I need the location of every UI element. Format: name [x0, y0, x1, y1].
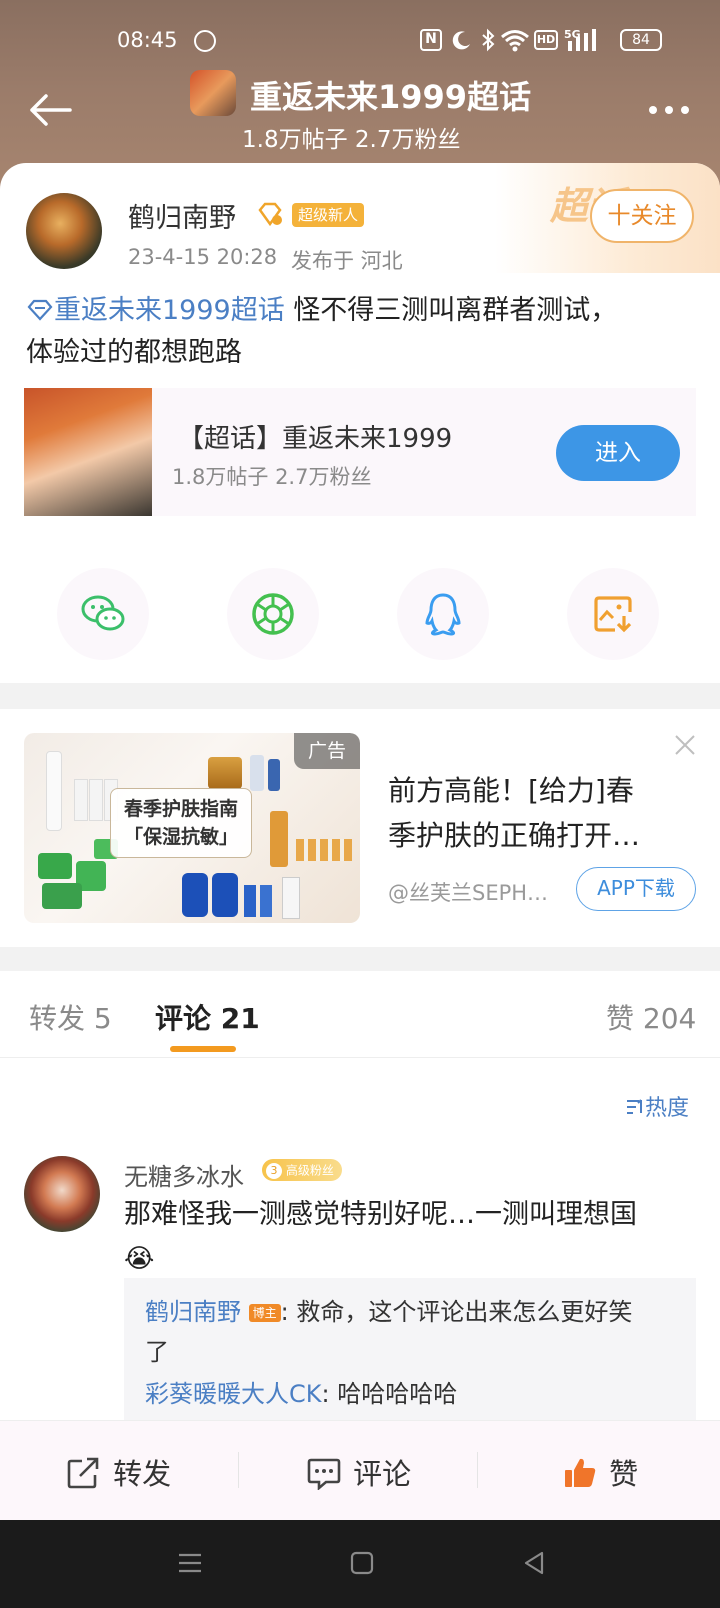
battery-icon: 84: [620, 29, 662, 51]
comment-text: 那难怪我一测感觉特别好呢…一测叫理想国 😭: [124, 1199, 637, 1274]
sort-button[interactable]: 热度: [625, 1090, 689, 1122]
section-divider: [0, 683, 720, 709]
back-nav-icon[interactable]: [522, 1551, 546, 1575]
repost-button[interactable]: 转发: [66, 1451, 171, 1493]
hd-icon: HD: [534, 30, 558, 50]
author-name[interactable]: 鹤归南野: [128, 196, 236, 235]
bluetooth-icon: [480, 28, 496, 52]
thumbs-up-icon: [562, 1458, 598, 1488]
topic-avatar: [190, 70, 236, 116]
commenter-avatar[interactable]: [24, 1156, 100, 1232]
back-arrow-icon[interactable]: [26, 90, 74, 130]
ad-tag: 广告: [294, 733, 360, 769]
topic-link[interactable]: 重返未来1999超话: [26, 295, 285, 326]
action-divider-1: [238, 1452, 239, 1488]
topic-card-title: 【超话】重返未来1999: [178, 424, 453, 454]
page-title: 重返未来1999超话: [250, 78, 532, 116]
enter-button[interactable]: 进入: [556, 425, 680, 481]
location-icon: [194, 30, 216, 52]
active-tab-indicator: [170, 1046, 236, 1052]
tab-likes[interactable]: 赞 204: [606, 997, 696, 1037]
signal-icon: 5G: [564, 27, 602, 53]
page-subtitle: 1.8万帖子 2.7万粉丝: [242, 127, 461, 153]
more-icon[interactable]: [645, 100, 693, 120]
action-divider-2: [477, 1452, 478, 1488]
share-moments-button[interactable]: [227, 568, 319, 660]
diamond-icon: [256, 201, 284, 227]
save-image-button[interactable]: [567, 568, 659, 660]
wechat-icon: [79, 590, 127, 638]
tab-comments[interactable]: 评论 21: [155, 997, 260, 1037]
moments-icon: [249, 590, 297, 638]
status-time: 08:45: [117, 28, 178, 52]
like-button[interactable]: 赞: [562, 1451, 638, 1493]
tab-divider: [0, 1057, 720, 1058]
follow-button[interactable]: 十关注: [590, 189, 694, 243]
tab-repost[interactable]: 转发 5: [29, 997, 112, 1037]
share-qq-button[interactable]: [397, 568, 489, 660]
topic-card-image: [24, 388, 152, 516]
post-time: 23-4-15 20:28: [128, 245, 278, 269]
ad-title[interactable]: 前方高能！[给力]春 季护肤的正确打开…: [388, 768, 688, 858]
post-location: 发布于 河北: [291, 249, 403, 273]
ad-close-icon[interactable]: [673, 733, 697, 757]
app-download-button[interactable]: APP下载: [576, 867, 696, 911]
reply-2: 彩葵暖暖大人CK: 哈哈哈哈哈: [145, 1380, 458, 1408]
nfc-icon: N: [420, 29, 442, 51]
home-icon[interactable]: [350, 1551, 374, 1575]
ad-image[interactable]: 春季护肤指南 「保湿抗敏」 广告: [24, 733, 360, 923]
fan-badge: 3 高级粉丝: [262, 1159, 342, 1181]
ad-source: @丝芙兰SEPH…: [388, 881, 549, 905]
commenter-name[interactable]: 无糖多冰水: [124, 1157, 244, 1192]
sort-icon: [625, 1096, 645, 1121]
menu-icon[interactable]: [177, 1551, 203, 1575]
wifi-icon: [500, 28, 530, 52]
moon-icon: [450, 29, 472, 51]
author-badge: 超级新人: [292, 203, 365, 227]
save-image-icon: [591, 592, 635, 636]
ad-image-caption: 春季护肤指南 「保湿抗敏」: [110, 788, 252, 858]
comment-button[interactable]: 评论: [306, 1451, 411, 1493]
author-avatar[interactable]: [26, 193, 102, 269]
qq-icon: [419, 590, 467, 638]
share-wechat-button[interactable]: [57, 568, 149, 660]
repost-icon: [66, 1457, 102, 1489]
reply-1: 鹤归南野 博主: 救命，这个评论出来怎么更好笑了: [145, 1298, 633, 1366]
topic-card-stats: 1.8万帖子 2.7万粉丝: [172, 465, 372, 489]
post-body: 重返未来1999超话 怪不得三测叫离群者测试， 体验过的都想跑路: [26, 295, 618, 368]
comment-icon: [306, 1458, 342, 1491]
section-divider-2: [0, 947, 720, 971]
